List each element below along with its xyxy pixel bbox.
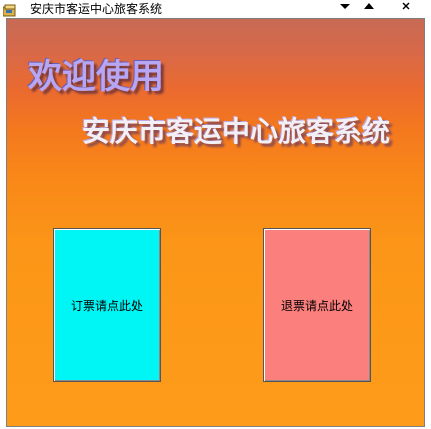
close-button[interactable] — [397, 0, 415, 16]
welcome-heading: 欢迎使用 — [28, 57, 164, 97]
close-icon — [402, 2, 410, 10]
minimize-button[interactable] — [336, 0, 354, 16]
main-panel: 欢迎使用 安庆市客运中心旅客系统 订票请点此处 退票请点此处 — [6, 18, 425, 427]
window-title: 安庆市客运中心旅客系统 — [30, 2, 163, 16]
refund-ticket-label: 退票请点此处 — [280, 298, 353, 313]
refund-ticket-button[interactable]: 退票请点此处 — [263, 228, 371, 382]
chevron-up-icon — [364, 3, 374, 9]
title-bar[interactable]: 安庆市客运中心旅客系统 — [0, 0, 431, 18]
system-name-heading: 安庆市客运中心旅客系统 — [82, 115, 391, 148]
app-icon — [2, 2, 17, 17]
app-window: 安庆市客运中心旅客系统 欢迎使用 安庆市客运中心旅客系统 订票请点此处 退票请点… — [0, 0, 431, 429]
book-ticket-button[interactable]: 订票请点此处 — [53, 228, 161, 382]
chevron-down-icon — [340, 4, 350, 9]
book-ticket-label: 订票请点此处 — [70, 298, 143, 313]
maximize-button[interactable] — [360, 0, 378, 16]
